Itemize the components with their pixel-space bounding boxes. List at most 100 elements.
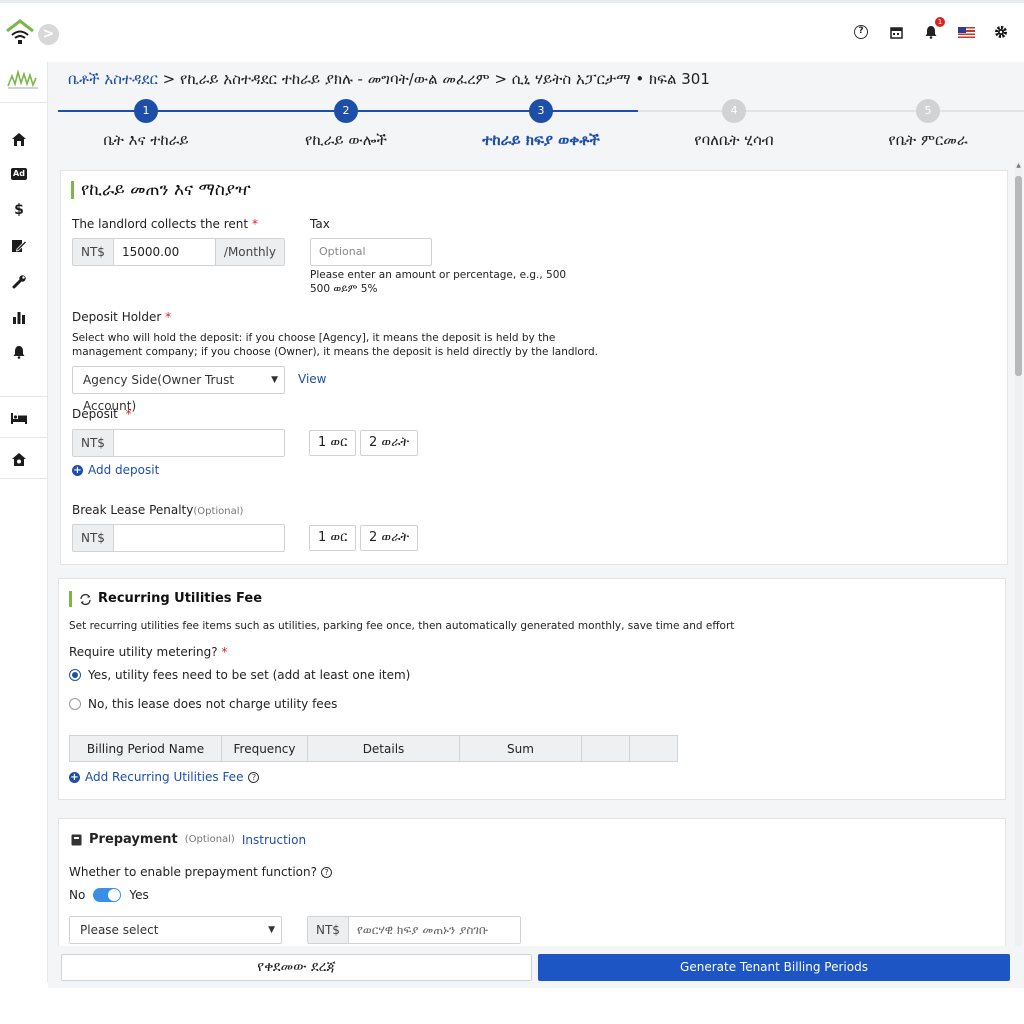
radio-unchecked-icon xyxy=(69,698,81,710)
rent-amount-input-group: NT$ 15000.00 /Monthly xyxy=(72,238,285,266)
wallet-icon xyxy=(71,834,82,845)
scrollbar-thumb[interactable] xyxy=(1015,176,1022,376)
penalty-one-month-button[interactable]: 1 ወር xyxy=(309,525,357,551)
wrench-icon[interactable] xyxy=(10,272,28,290)
toggle-yes-label: Yes xyxy=(129,888,149,902)
prepayment-toggle-switch[interactable] xyxy=(93,888,122,902)
prepayment-optional: (Optional) xyxy=(184,834,235,845)
rent-currency-prefix: NT$ xyxy=(73,239,114,265)
step-5-number: 5 xyxy=(916,99,940,123)
deposit-label: Deposit * xyxy=(72,407,132,421)
prepayment-question-text: Whether to enable prepayment function? xyxy=(69,865,317,879)
help-icon-glyph: ? xyxy=(854,25,868,39)
wifi-house-logo-icon[interactable] xyxy=(4,17,36,49)
sign-contract-icon[interactable] xyxy=(10,236,28,254)
rent-period-suffix: /Monthly xyxy=(214,239,284,265)
footer-action-bar: የቀደመው ደረጃ Generate Tenant Billing Period… xyxy=(48,946,1024,988)
rent-amount-input[interactable]: 15000.00 xyxy=(114,239,215,265)
utility-yes-radio[interactable]: Yes, utility fees need to be set (add at… xyxy=(69,668,410,682)
ad-icon[interactable]: Ad xyxy=(10,165,28,183)
utility-no-radio[interactable]: No, this lease does not charge utility f… xyxy=(69,697,337,711)
prepayment-toggle-row: No Yes xyxy=(69,888,149,902)
step-2[interactable]: 2 የኪራይ ውሎች xyxy=(256,96,436,149)
plus-circle-icon: + xyxy=(72,464,83,476)
gear-icon[interactable] xyxy=(992,23,1010,41)
help-circle-icon[interactable]: ? xyxy=(248,771,260,783)
break-lease-penalty-label: Break Lease Penalty(Optional) xyxy=(72,503,243,517)
prepayment-title: Prepayment (Optional) Instruction xyxy=(71,832,306,847)
notification-count-badge: 1 xyxy=(935,17,945,27)
brand-logo-icon xyxy=(7,68,38,89)
deposit-holder-label: Deposit Holder * xyxy=(72,310,172,324)
prepayment-type-select[interactable]: Please select ▼ xyxy=(69,916,282,944)
deposit-two-months-button[interactable]: 2 ወራት xyxy=(360,430,419,456)
rent-section-title: የኪራይ መጠን እና ማስያዣ xyxy=(71,181,251,199)
deposit-label-text: Deposit xyxy=(72,407,118,421)
deposit-holder-label-text: Deposit Holder xyxy=(72,310,162,324)
help-icon[interactable]: ? xyxy=(852,23,870,41)
wizard-steps: 1 ቤት እና ተከራይ 2 የኪራይ ውሎች 3 ተከራይ ክፍያ ወቀቶች … xyxy=(56,96,1024,156)
utilities-section-title-text: Recurring Utilities Fee xyxy=(98,591,263,606)
prepayment-amount-input[interactable]: የወርሃዊ ክፍያ መጠኑን ያስገቡ xyxy=(349,917,520,943)
col-extra-1 xyxy=(581,735,630,762)
add-deposit-label: Add deposit xyxy=(88,463,160,477)
tax-hint-line-2: 500 ወይም 5% xyxy=(310,283,378,295)
step-3-label: ተከራይ ክፍያ ወቀቶች xyxy=(482,131,600,149)
add-deposit-link[interactable]: + Add deposit xyxy=(72,463,159,477)
bottom-blank-strip xyxy=(0,988,1024,1024)
calendar-icon[interactable] xyxy=(887,23,905,41)
step-1-label: ቤት እና ተከራይ xyxy=(103,131,189,149)
scroll-up-arrow-icon[interactable]: ▲ xyxy=(1015,162,1022,170)
tax-input[interactable]: Optional xyxy=(310,238,432,266)
view-link[interactable]: View xyxy=(298,372,326,386)
house-settings-icon[interactable] xyxy=(10,450,28,468)
add-recurring-utilities-fee-link[interactable]: + Add Recurring Utilities Fee ? xyxy=(69,770,260,784)
deposit-holder-hint: Select who will hold the deposit: if you… xyxy=(72,331,598,359)
col-details: Details xyxy=(307,735,460,762)
deposit-amount-input[interactable] xyxy=(114,430,284,456)
home-icon[interactable] xyxy=(10,130,28,148)
language-flag-icon[interactable] xyxy=(957,23,975,41)
utilities-table: Billing Period Name Frequency Details Su… xyxy=(69,735,678,762)
dollar-icon[interactable]: $ xyxy=(10,201,28,219)
breadcrumb-root-link[interactable]: ቤቶች አስተዳደር xyxy=(68,70,158,88)
vertical-scrollbar[interactable]: ▲ ▼ xyxy=(1015,162,1022,1024)
step-2-number: 2 xyxy=(334,99,358,123)
col-sum: Sum xyxy=(459,735,582,762)
radio-checked-icon xyxy=(69,669,81,681)
penalty-input-group: NT$ xyxy=(72,524,285,552)
prepayment-amount-input-group: NT$ የወርሃዊ ክፍያ መጠኑን ያስገቡ xyxy=(307,916,521,944)
utility-yes-label: Yes, utility fees need to be set (add at… xyxy=(88,668,411,682)
deposit-currency-prefix: NT$ xyxy=(73,430,114,456)
deposit-holder-select[interactable]: Agency Side(Owner Trust Account) ▼ xyxy=(72,366,285,413)
top-icon-bar: ? 1 xyxy=(852,17,1010,41)
prepayment-instruction-link[interactable]: Instruction xyxy=(242,833,306,847)
bed-icon[interactable] xyxy=(10,409,28,427)
col-billing-period-name: Billing Period Name xyxy=(69,735,222,762)
generate-billing-periods-button[interactable]: Generate Tenant Billing Periods xyxy=(538,954,1010,981)
rent-deposit-card: የኪራይ መጠን እና ማስያዣ The landlord collects t… xyxy=(60,170,1008,565)
chevron-down-icon: ▼ xyxy=(268,925,275,935)
previous-step-button[interactable]: የቀደመው ደረጃ xyxy=(61,954,532,981)
prepayment-select-placeholder: Please select xyxy=(80,923,159,937)
collapse-sidebar-button[interactable]: > xyxy=(38,24,59,45)
rent-collects-label: The landlord collects the rent * xyxy=(72,217,258,231)
step-4[interactable]: 4 የባለቤት ሂሳብ xyxy=(644,96,824,149)
step-5[interactable]: 5 የቤት ምርመራ xyxy=(838,96,1018,149)
utility-metering-label-text: Require utility metering? xyxy=(69,645,218,659)
utilities-description: Set recurring utilities fee items such a… xyxy=(69,620,735,632)
penalty-amount-input[interactable] xyxy=(114,525,284,551)
help-circle-icon[interactable]: ? xyxy=(320,866,332,878)
bell-icon[interactable] xyxy=(10,343,28,361)
utility-metering-label: Require utility metering? * xyxy=(69,645,228,659)
step-3[interactable]: 3 ተከራይ ክፍያ ወቀቶች xyxy=(451,96,631,149)
notification-bell-icon[interactable]: 1 xyxy=(922,17,945,41)
step-1[interactable]: 1 ቤት እና ተከራይ xyxy=(56,96,236,149)
tax-hint: Please enter an amount or percentage, e.… xyxy=(310,268,566,296)
refresh-icon xyxy=(80,593,91,605)
break-lease-penalty-optional: (Optional) xyxy=(193,506,244,517)
penalty-two-months-button[interactable]: 2 ወራት xyxy=(360,525,419,551)
col-frequency: Frequency xyxy=(221,735,308,762)
deposit-one-month-button[interactable]: 1 ወር xyxy=(309,430,357,456)
bar-chart-icon[interactable] xyxy=(10,308,28,326)
